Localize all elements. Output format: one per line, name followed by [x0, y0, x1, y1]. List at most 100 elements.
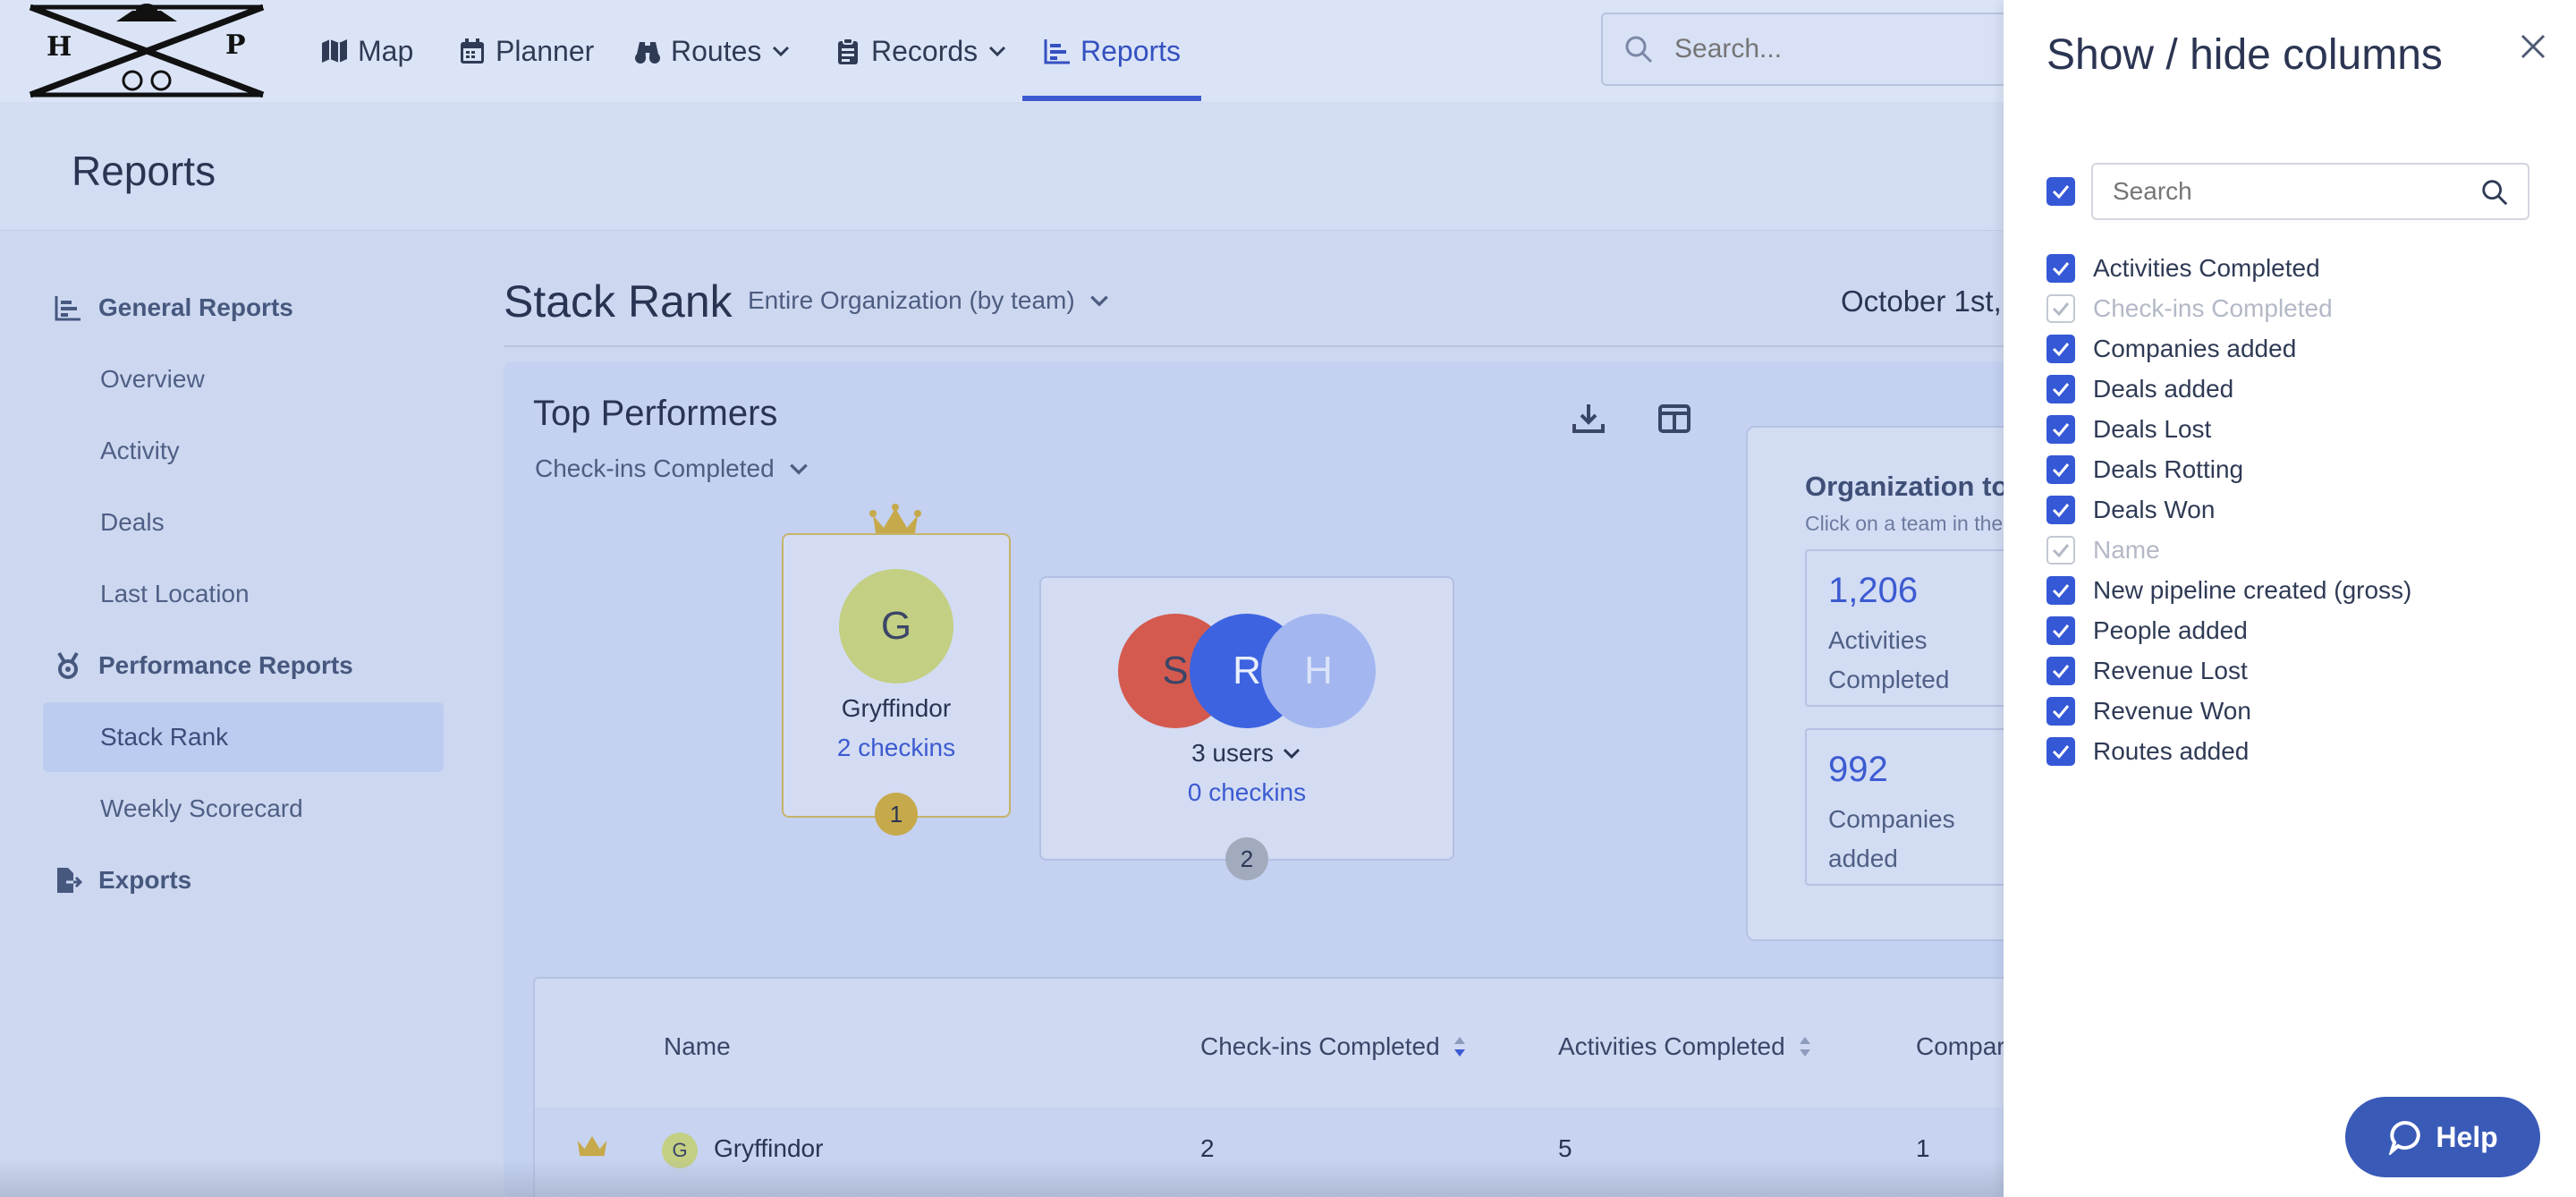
organization-select[interactable]: Entire Organization (by team) [748, 286, 1111, 315]
column-label: Deals Lost [2093, 415, 2212, 443]
sidebar: General Reports Overview Activity Deals … [0, 231, 465, 1197]
column-checkbox[interactable] [2046, 254, 2075, 283]
sidebar-section-exports[interactable]: Exports [54, 866, 191, 895]
column-toggle[interactable]: Deals Won [2046, 492, 2215, 528]
drawer-title: Show / hide columns [2046, 31, 2443, 79]
column-header-label: Compar [1916, 1032, 2005, 1060]
column-checkbox[interactable] [2046, 616, 2075, 645]
column-label: Deals added [2093, 375, 2234, 403]
column-search[interactable] [2091, 163, 2529, 220]
column-label: Deals Won [2093, 496, 2216, 523]
chevron-down-icon [989, 46, 1006, 57]
column-header-checkins[interactable]: Check-ins Completed [1200, 1032, 1467, 1061]
avatar: H [1261, 614, 1376, 728]
column-label: Activities Completed [2093, 254, 2320, 282]
svg-text:P: P [225, 30, 246, 61]
sidebar-item-label: Last Location [100, 580, 250, 607]
sidebar-item-deals[interactable]: Deals [43, 488, 444, 557]
column-checkbox[interactable] [2046, 576, 2075, 605]
column-toggle[interactable]: Deals Rotting [2046, 452, 2243, 488]
column-checkbox[interactable] [2046, 657, 2075, 685]
column-checkbox [2046, 294, 2075, 323]
chevron-down-icon [1089, 295, 1108, 307]
svg-text:H: H [47, 31, 72, 63]
column-toggle[interactable]: New pipeline created (gross) [2046, 573, 2411, 608]
podium-checkins-link[interactable]: 2 checkins [782, 734, 1011, 762]
check-icon [2052, 302, 2070, 317]
podium-checkins-link[interactable]: 0 checkins [1039, 778, 1454, 807]
check-icon [2052, 584, 2070, 598]
chevron-down-icon [773, 46, 790, 57]
column-checkbox[interactable] [2046, 697, 2075, 726]
close-icon[interactable] [2517, 30, 2549, 63]
sidebar-item-label: Weekly Scorecard [100, 794, 303, 822]
column-checkbox[interactable] [2046, 737, 2075, 766]
column-checkbox[interactable] [2046, 375, 2075, 403]
column-toggle[interactable]: Deals Lost [2046, 412, 2211, 447]
nav-planner[interactable]: Planner [458, 0, 594, 102]
sidebar-item-overview[interactable]: Overview [43, 344, 444, 414]
sidebar-section-performance-reports[interactable]: Performance Reports [54, 651, 353, 680]
sidebar-item-label: Activity [100, 437, 180, 464]
column-toggle[interactable]: Revenue Lost [2046, 653, 2248, 689]
column-checkbox [2046, 536, 2075, 565]
column-toggle[interactable]: Revenue Won [2046, 693, 2251, 729]
sidebar-item-last-location[interactable]: Last Location [43, 559, 444, 629]
select-all-checkbox[interactable] [2046, 177, 2075, 206]
column-checkbox[interactable] [2046, 415, 2075, 444]
date-range-picker[interactable]: October 1st, [1841, 284, 2002, 318]
nav-records[interactable]: Records [834, 0, 1008, 102]
global-search-input[interactable] [1674, 34, 2014, 64]
search-icon [2482, 180, 2508, 206]
columns-icon[interactable] [1657, 401, 1692, 437]
company-logo[interactable]: H P [27, 2, 267, 98]
users-dropdown[interactable]: 3 users [1039, 739, 1454, 768]
nav-map-label: Map [358, 34, 414, 67]
column-toggle[interactable]: Deals added [2046, 371, 2233, 407]
check-icon [2052, 665, 2070, 679]
show-hide-columns-drawer: Show / hide columns Activities Completed… [2004, 0, 2576, 1197]
sidebar-item-activity[interactable]: Activity [43, 416, 444, 486]
organization-totals-subtitle: Click on a team in the [1805, 512, 2004, 535]
column-header-activities[interactable]: Activities Completed [1558, 1032, 1812, 1061]
column-checkbox[interactable] [2046, 335, 2075, 363]
column-header-name[interactable]: Name [664, 1032, 731, 1061]
download-icon[interactable] [1571, 401, 1606, 437]
stat-value: 992 [1828, 750, 1888, 789]
column-search-input[interactable] [2113, 177, 2470, 206]
sort-icon [1799, 1037, 1810, 1057]
column-header-companies[interactable]: Compar [1916, 1032, 2005, 1061]
chevron-down-icon [789, 463, 808, 475]
column-toggle[interactable]: People added [2046, 613, 2248, 649]
global-search[interactable] [1601, 13, 2030, 86]
clipboard-icon [838, 38, 858, 64]
check-icon [2052, 343, 2070, 357]
search-icon [1625, 36, 1653, 64]
metric-select[interactable]: Check-ins Completed [535, 454, 810, 483]
users-dropdown-label: 3 users [1191, 739, 1274, 767]
column-checkbox[interactable] [2046, 496, 2075, 524]
rank-badge: 2 [1225, 837, 1268, 880]
column-label: Revenue Won [2093, 697, 2251, 725]
nav-reports[interactable]: Reports [1043, 0, 1181, 102]
stat-card[interactable]: 992 Companies added [1805, 728, 2020, 886]
page-header: Reports [0, 102, 2004, 231]
column-checkbox[interactable] [2046, 455, 2075, 484]
column-header-label: Check-ins Completed [1200, 1032, 1440, 1060]
nav-routes[interactable]: Routes [633, 0, 792, 102]
nav-map[interactable]: Map [320, 0, 413, 102]
sidebar-item-label: Overview [100, 365, 205, 393]
column-label: Deals Rotting [2093, 455, 2244, 483]
check-icon [2052, 705, 2070, 719]
column-toggle[interactable]: Companies added [2046, 331, 2296, 367]
column-toggle[interactable]: Activities Completed [2046, 250, 2320, 286]
sidebar-item-stack-rank[interactable]: Stack Rank [43, 702, 444, 772]
sidebar-item-weekly-scorecard[interactable]: Weekly Scorecard [43, 774, 444, 844]
sidebar-section-general-reports[interactable]: General Reports [54, 293, 293, 322]
help-button[interactable]: Help [2345, 1097, 2540, 1177]
column-label: Companies added [2093, 335, 2297, 362]
column-toggle[interactable]: Routes added [2046, 734, 2249, 769]
stat-card[interactable]: 1,206 Activities Completed [1805, 549, 2020, 707]
organization-totals-title: Organization to [1805, 471, 2009, 502]
top-performers-title: Top Performers [533, 394, 778, 433]
